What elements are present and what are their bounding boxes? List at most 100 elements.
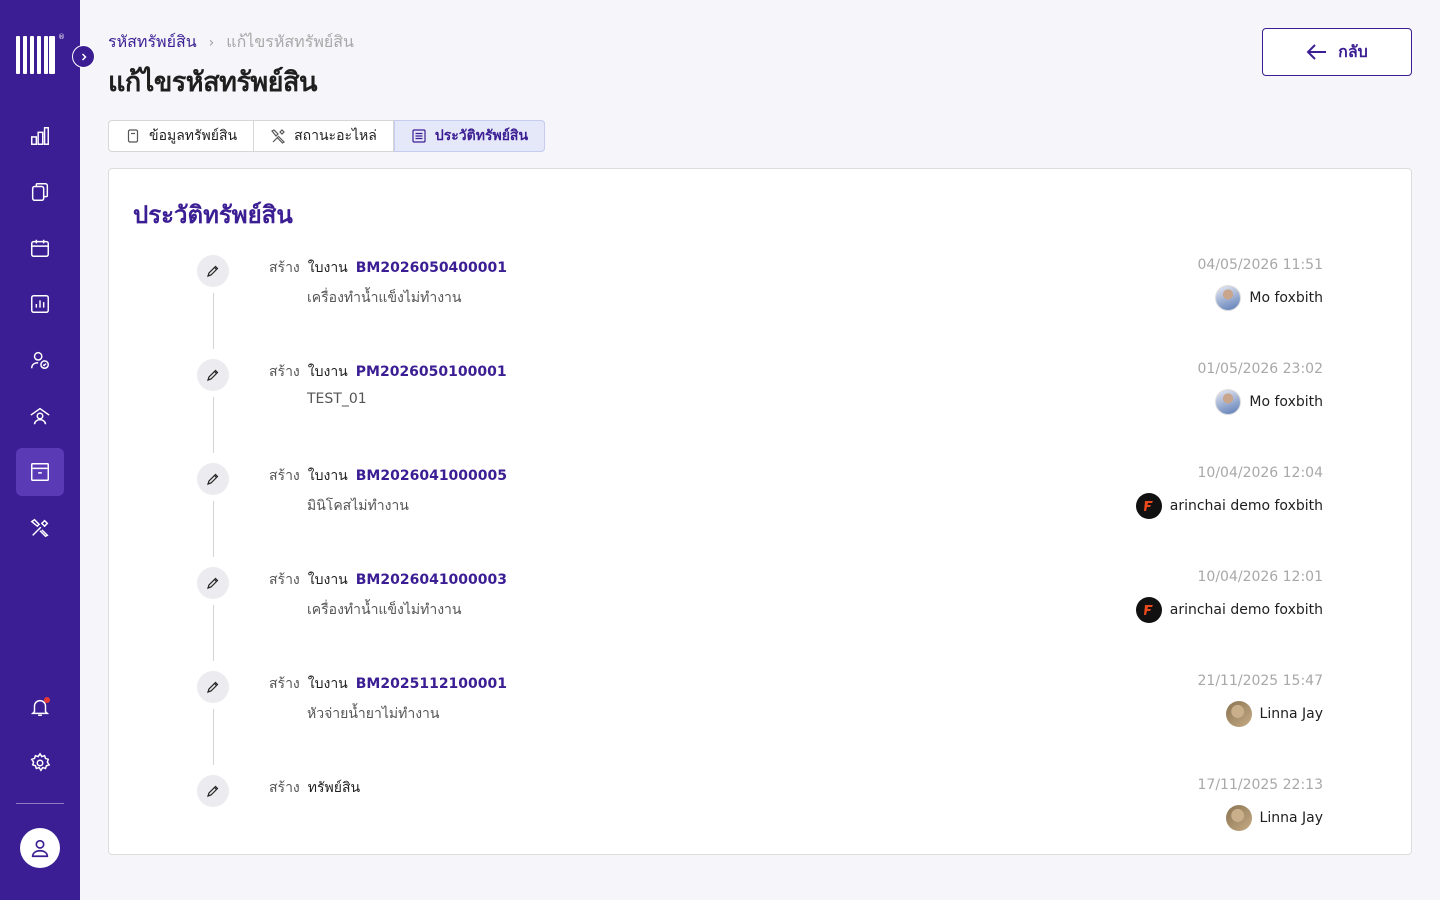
- history-date: 10/04/2026 12:04: [1197, 465, 1324, 481]
- user-name: Mo foxbith: [1249, 290, 1323, 306]
- sidebar: ®: [0, 0, 80, 900]
- tab-asset-info[interactable]: ข้อมูลทรัพย์สิน: [109, 121, 255, 151]
- history-action: สร้าง: [269, 468, 300, 484]
- pencil-icon: [197, 671, 229, 703]
- pencil-icon: [197, 567, 229, 599]
- pencil-icon: [197, 775, 229, 807]
- history-date: 17/11/2025 22:13: [1197, 777, 1324, 793]
- back-button[interactable]: กลับ: [1262, 28, 1412, 76]
- nav-report[interactable]: [16, 280, 64, 328]
- user-check-icon: [31, 351, 49, 369]
- avatar: [1225, 805, 1252, 831]
- sidebar-divider: [16, 803, 64, 804]
- work-order-link[interactable]: BM2026050400001: [356, 260, 507, 276]
- history-action: สร้าง: [269, 364, 300, 380]
- nav-calendar[interactable]: [16, 224, 64, 272]
- history-item: สร้าง ทรัพย์สิน 17/11/2025 22:13 Linna Ja…: [109, 775, 1411, 879]
- chevron-right-icon: ›: [208, 34, 215, 51]
- tools-icon: [271, 129, 286, 144]
- user-name: arinchai demo foxbith: [1169, 498, 1323, 514]
- history-action: สร้าง: [269, 260, 300, 276]
- gear-icon: [30, 752, 51, 772]
- history-panel: ประวัติทรัพย์สิน สร้าง ใบงาน BM20260504000…: [108, 168, 1412, 855]
- dashboard-icon: [31, 127, 49, 145]
- breadcrumb-parent-link[interactable]: รหัสทรัพย์สิน: [108, 30, 197, 55]
- history-date: 21/11/2025 15:47: [1197, 673, 1324, 689]
- nav-location[interactable]: [16, 392, 64, 440]
- timeline-connector: [212, 709, 214, 765]
- list-icon: [412, 129, 426, 143]
- timeline-connector: [212, 293, 214, 349]
- breadcrumb: รหัสทรัพย์สิน › แก้ไขรหัสทรัพย์สิน: [108, 30, 354, 55]
- page-title: แก้ไขรหัสทรัพย์สิน: [108, 67, 317, 98]
- back-button-label: กลับ: [1338, 43, 1368, 61]
- history-date: 10/04/2026 12:01: [1197, 569, 1324, 585]
- tab-label: ข้อมูลทรัพย์สิน: [149, 128, 238, 144]
- sidebar-expand-button[interactable]: [72, 45, 95, 68]
- history-type: ใบงาน: [307, 260, 348, 276]
- history-item: สร้าง ใบงาน BM2026041000003 เครื่องทำน้ำแข…: [109, 567, 1411, 671]
- pencil-icon: [197, 359, 229, 391]
- timeline-connector: [212, 501, 214, 557]
- history-action: สร้าง: [269, 780, 300, 796]
- avatar: [1135, 597, 1162, 623]
- history-item: สร้าง ใบงาน BM2026041000005 มินิโคสไม่ทำงา…: [109, 463, 1411, 567]
- app-logo[interactable]: ®: [16, 33, 65, 76]
- history-description: มินิโคสไม่ทำงาน: [307, 498, 409, 514]
- user-name: Linna Jay: [1259, 810, 1323, 826]
- history-type: ใบงาน: [307, 676, 348, 692]
- history-description: เครื่องทำน้ำแข็งไม่ทำงาน: [307, 290, 462, 306]
- notification-dot: [44, 697, 50, 703]
- work-order-link[interactable]: BM2025112100001: [356, 676, 507, 692]
- breadcrumb-current: แก้ไขรหัสทรัพย์สิน: [226, 32, 354, 51]
- history-user: Linna Jay: [1225, 701, 1323, 727]
- profile-button[interactable]: [20, 828, 60, 868]
- chevron-right-icon: [81, 52, 87, 61]
- history-description: หัวจ่ายน้ำยาไม่ทำงาน: [307, 706, 440, 722]
- nav-settings[interactable]: [16, 739, 64, 787]
- history-user: Mo foxbith: [1215, 389, 1323, 415]
- history-date: 04/05/2026 11:51: [1197, 257, 1324, 273]
- history-type: ใบงาน: [307, 468, 348, 484]
- tab-asset-history[interactable]: ประวัติทรัพย์สิน: [393, 120, 546, 152]
- history-action: สร้าง: [269, 572, 300, 588]
- work-order-link[interactable]: PM2026050100001: [356, 364, 507, 380]
- user-name: Mo foxbith: [1249, 394, 1323, 410]
- user-name: arinchai demo foxbith: [1169, 602, 1323, 618]
- nav-maintenance[interactable]: [16, 504, 64, 552]
- timeline-connector: [212, 605, 214, 661]
- nav-notifications[interactable]: [16, 683, 64, 731]
- avatar: [1135, 493, 1162, 519]
- history-user: Linna Jay: [1225, 805, 1323, 831]
- pencil-icon: [197, 255, 229, 287]
- nav-assets[interactable]: [16, 448, 64, 496]
- documents-icon: [31, 183, 49, 201]
- calendar-icon: [31, 239, 49, 257]
- home-person-icon: [30, 407, 50, 425]
- user-icon: [31, 839, 49, 858]
- history-type: ใบงาน: [307, 364, 348, 380]
- avatar: [1215, 285, 1242, 311]
- nav-documents[interactable]: [16, 168, 64, 216]
- history-type: ใบงาน: [307, 572, 348, 588]
- work-order-link[interactable]: BM2026041000003: [356, 572, 507, 588]
- history-user: arinchai demo foxbith: [1135, 493, 1323, 519]
- history-user: Mo foxbith: [1215, 285, 1323, 311]
- history-date: 01/05/2026 23:02: [1197, 361, 1324, 377]
- asset-box-icon: [31, 463, 49, 481]
- document-icon: [127, 129, 139, 143]
- tools-icon: [30, 518, 49, 538]
- tab-label: ประวัติทรัพย์สิน: [434, 128, 529, 144]
- history-action: สร้าง: [269, 676, 300, 692]
- work-order-link[interactable]: BM2026041000005: [356, 468, 507, 484]
- history-type: ทรัพย์สิน: [307, 780, 361, 796]
- tab-label: สถานะอะไหล่: [294, 128, 377, 144]
- history-description: TEST_01: [307, 391, 367, 407]
- history-item: สร้าง ใบงาน PM2026050100001 TEST_01 01/05/…: [109, 359, 1411, 463]
- nav-dashboard[interactable]: [16, 112, 64, 160]
- nav-users[interactable]: [16, 336, 64, 384]
- tab-spare-parts-status[interactable]: สถานะอะไหล่: [254, 121, 394, 151]
- timeline-connector: [212, 397, 214, 453]
- history-item: สร้าง ใบงาน BM2025112100001 หัวจ่ายน้ำยาไม…: [109, 671, 1411, 775]
- tab-bar: ข้อมูลทรัพย์สิน สถานะอะไหล่ ประวัติทรัพย…: [108, 120, 546, 152]
